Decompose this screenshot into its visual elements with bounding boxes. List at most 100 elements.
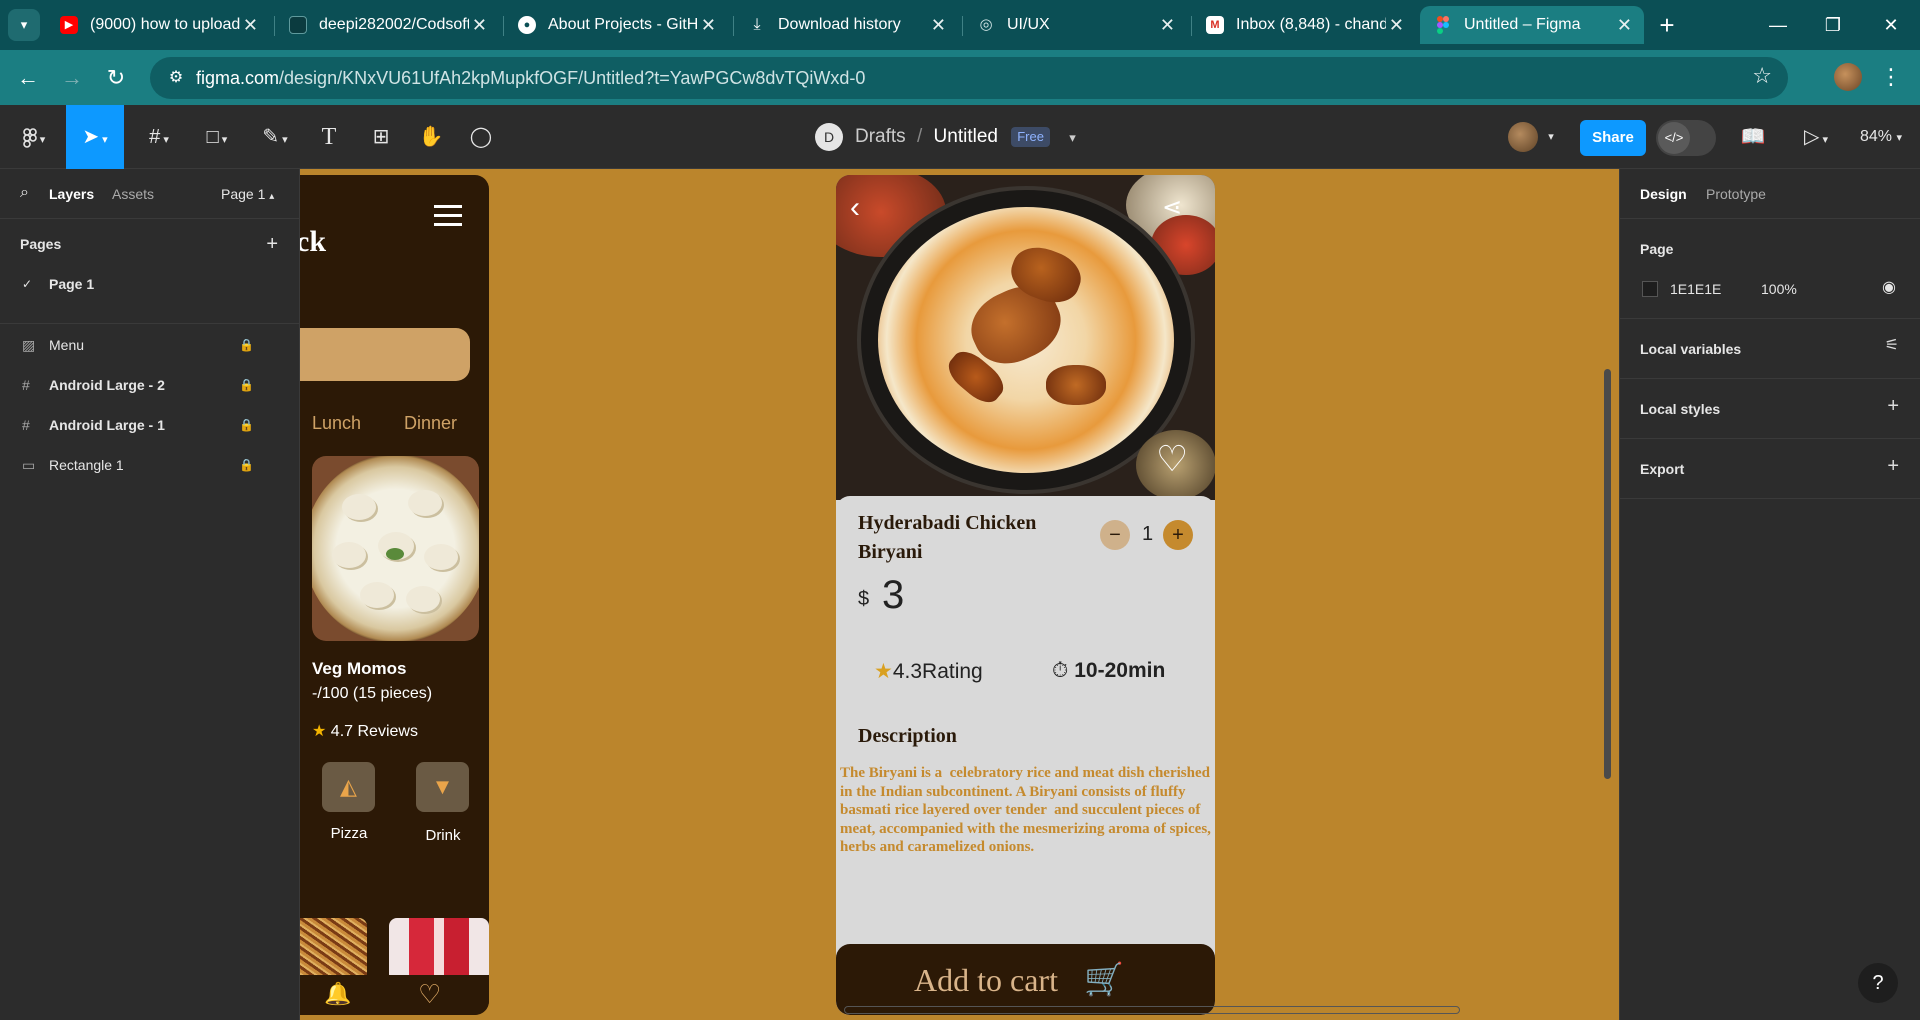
layer-item[interactable]: ▭ Rectangle 1 🔒 <box>0 445 300 485</box>
add-page-icon[interactable]: + <box>266 224 278 264</box>
text-tool[interactable]: T <box>312 119 346 155</box>
layer-item[interactable]: # Android Large - 2 🔒 <box>0 365 300 405</box>
back-button[interactable]: ← <box>10 60 46 96</box>
tab-assets[interactable]: Assets <box>112 186 154 202</box>
restore-button[interactable]: ❐ <box>1810 6 1856 44</box>
bg-opacity-value[interactable]: 100% <box>1761 281 1797 297</box>
profile-avatar[interactable] <box>1834 63 1862 91</box>
close-icon[interactable]: ✕ <box>1389 6 1404 44</box>
image-icon: ▨ <box>22 337 36 353</box>
frame-tool[interactable]: # ▾ <box>138 119 180 155</box>
url-text[interactable]: figma.com/design/KNxVU61UfAh2kpMupkfOGF/… <box>196 57 865 99</box>
decrement-button[interactable]: − <box>1100 520 1130 550</box>
share-button[interactable]: Share <box>1580 120 1646 156</box>
color-swatch[interactable] <box>1642 281 1658 297</box>
increment-button[interactable]: + <box>1163 520 1193 550</box>
settings-sliders-icon[interactable]: ⚟ <box>1885 335 1899 355</box>
browser-tab[interactable]: ● About Projects - GitHub ✕ <box>504 6 728 44</box>
hamburger-icon[interactable] <box>434 205 462 226</box>
move-tool[interactable]: ➤ ▾ <box>66 105 124 169</box>
dev-mode-toggle[interactable]: </> <box>1656 120 1716 156</box>
chevron-down-icon[interactable]: ▾ <box>1542 119 1560 155</box>
add-icon[interactable]: + <box>1887 395 1899 418</box>
user-avatar[interactable] <box>1508 122 1538 152</box>
site-info-icon[interactable]: ⚙ <box>164 66 188 90</box>
new-tab-button[interactable]: + <box>1650 8 1684 42</box>
lock-icon[interactable]: 🔒 <box>239 405 254 445</box>
hand-tool[interactable]: ✋ <box>414 119 448 155</box>
canvas[interactable]: ck Lunch Dinner Veg Momos -/100 (15 piec… <box>300 169 1619 1020</box>
layer-item[interactable]: # Android Large - 1 🔒 <box>0 405 300 445</box>
favorite-icon[interactable]: ♡ <box>1156 439 1188 479</box>
lock-icon[interactable]: 🔒 <box>239 445 254 485</box>
library-icon[interactable]: 📖 <box>1736 119 1770 155</box>
quantity-value[interactable]: 1 <box>1142 523 1153 546</box>
pen-tool[interactable]: ✎ ▾ <box>254 119 296 155</box>
add-to-cart-button[interactable]: Add to cart 🛒 <box>836 944 1215 1015</box>
browser-tab[interactable]: M Inbox (8,848) - chandr ✕ <box>1192 6 1416 44</box>
close-icon[interactable]: ✕ <box>472 6 487 44</box>
category-dinner[interactable]: Dinner <box>404 413 457 434</box>
breadcrumb-folder[interactable]: Drafts <box>855 126 906 147</box>
browser-tab[interactable]: ⤓ Download history ✕ <box>734 6 958 44</box>
page-item[interactable]: ✓ Page 1 <box>0 264 300 304</box>
add-icon[interactable]: + <box>1887 455 1899 478</box>
browser-tab[interactable]: ▶ (9000) how to upload ✕ <box>46 6 270 44</box>
minimize-button[interactable]: — <box>1755 6 1801 44</box>
tab-title: (9000) how to upload <box>90 16 240 33</box>
browser-tab-active[interactable]: Untitled – Figma ✕ <box>1420 6 1644 44</box>
forward-button[interactable]: → <box>54 60 90 96</box>
close-icon[interactable]: ✕ <box>1160 6 1175 44</box>
shape-tool[interactable]: □ ▾ <box>196 119 238 155</box>
reload-button[interactable]: ↻ <box>98 60 134 96</box>
tab-layers[interactable]: Layers <box>49 186 94 202</box>
lock-icon[interactable]: 🔒 <box>239 365 254 405</box>
close-icon[interactable]: ✕ <box>1617 6 1632 44</box>
bookmark-star-icon[interactable]: ☆ <box>1752 63 1772 89</box>
section-label: Local styles <box>1640 401 1721 417</box>
browser-tab[interactable]: deepi282002/Codsoft ✕ <box>275 6 499 44</box>
horizontal-scrollbar[interactable] <box>844 1006 1460 1014</box>
file-title[interactable]: Untitled <box>934 126 998 147</box>
bg-hex-value[interactable]: 1E1E1E <box>1670 281 1721 297</box>
back-arrow-icon[interactable]: ‹ <box>850 193 860 223</box>
figma-icon <box>1434 16 1452 34</box>
browser-menu-icon[interactable]: ⋮ <box>1880 60 1902 94</box>
search-icon[interactable]: ⌕ <box>20 184 29 202</box>
category-lunch[interactable]: Lunch <box>312 413 361 434</box>
export-section[interactable]: Export + <box>1620 439 1920 499</box>
comment-tool[interactable]: ◯ <box>464 119 498 155</box>
close-icon[interactable]: ✕ <box>701 6 716 44</box>
help-button[interactable]: ? <box>1858 963 1898 1003</box>
figma-main-menu[interactable]: ▾ <box>14 119 54 155</box>
github-icon: ● <box>518 16 536 34</box>
tab-search-button[interactable]: ▾ <box>8 9 40 41</box>
description-heading: Description <box>858 725 957 747</box>
present-button[interactable]: ▷ ▾ <box>1796 119 1836 155</box>
share-icon[interactable]: ⋖ <box>1162 193 1182 222</box>
close-icon[interactable]: ✕ <box>243 6 258 44</box>
browser-tab[interactable]: ◎ UI/UX ✕ <box>963 6 1187 44</box>
tab-prototype[interactable]: Prototype <box>1706 186 1766 202</box>
vertical-scrollbar[interactable] <box>1604 369 1611 779</box>
lock-icon[interactable]: 🔒 <box>239 325 254 365</box>
detail-frame[interactable]: ‹ ⋖ ♡ Hyderabadi Chicken Biryani − 1 + $… <box>836 175 1215 1015</box>
tab-design[interactable]: Design <box>1640 186 1687 202</box>
bell-icon[interactable]: 🔔 <box>324 981 351 1007</box>
heart-icon[interactable]: ♡ <box>418 979 441 1010</box>
address-bar[interactable]: ⚙ figma.com/design/KNxVU61UfAh2kpMupkfOG… <box>150 57 1788 99</box>
drink-icon[interactable]: ▼ <box>416 762 469 812</box>
chevron-down-icon[interactable]: ▾ <box>1069 130 1076 145</box>
eye-icon[interactable]: ◉ <box>1882 277 1896 297</box>
resources-tool[interactable]: ⊞ <box>364 119 398 155</box>
pizza-icon[interactable]: ◭ <box>322 762 375 812</box>
close-window-button[interactable]: ✕ <box>1868 6 1914 44</box>
close-icon[interactable]: ✕ <box>931 6 946 44</box>
local-styles-section[interactable]: Local styles + <box>1620 379 1920 439</box>
local-variables-section[interactable]: Local variables ⚟ <box>1620 319 1920 379</box>
layer-item[interactable]: ▨ Menu 🔒 <box>0 325 300 365</box>
search-bar[interactable] <box>300 328 470 381</box>
zoom-control[interactable]: 84% ▾ <box>1860 119 1902 156</box>
page-selector[interactable]: Page 1 ▴ <box>221 186 274 202</box>
menu-frame[interactable]: ck Lunch Dinner Veg Momos -/100 (15 piec… <box>300 175 489 1015</box>
